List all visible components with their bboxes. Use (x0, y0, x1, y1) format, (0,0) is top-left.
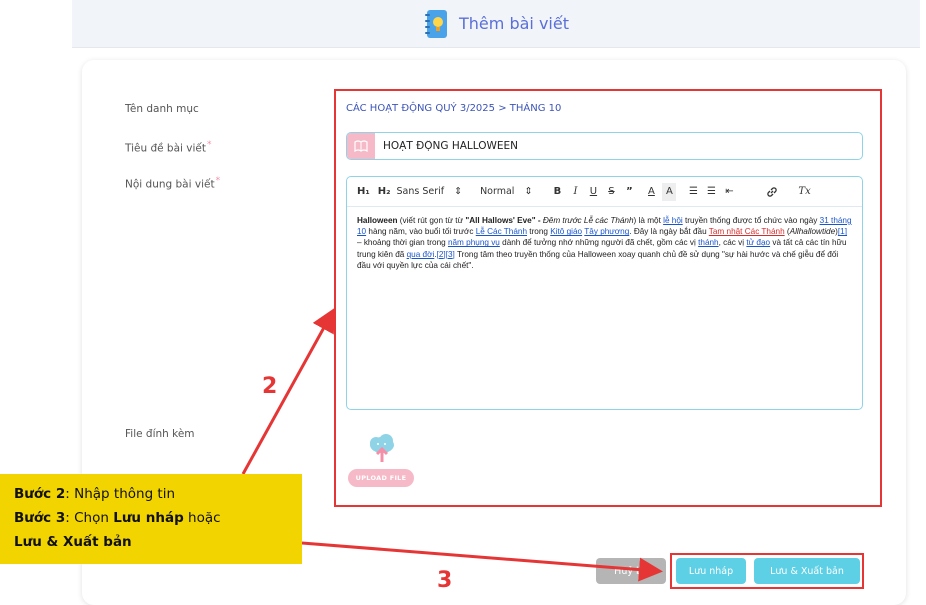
arrow-step3 (301, 541, 663, 582)
step2-line: Bước 2: Nhập thông tin (14, 486, 176, 502)
step-number-3: 3 (437, 568, 453, 593)
arrow-step2 (241, 307, 335, 475)
instruction-callout: Bước 2: Nhập thông tin Bước 3: Chọn Lưu … (0, 474, 302, 564)
step-number-2: 2 (262, 374, 278, 399)
step3-line-2: Lưu & Xuất bản (14, 534, 132, 550)
step3-line: Bước 3: Chọn Lưu nháp hoặc (14, 510, 221, 526)
